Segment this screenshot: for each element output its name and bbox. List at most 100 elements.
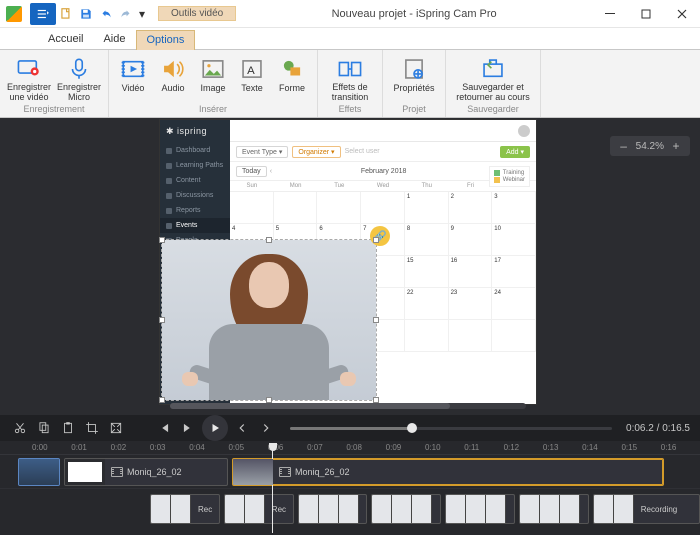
gap-clip[interactable] bbox=[18, 458, 60, 486]
zoom-out-button[interactable]: – bbox=[618, 140, 630, 152]
group-recording-label: Enregistrement bbox=[23, 104, 84, 116]
clip-thumbnail bbox=[233, 459, 273, 485]
clip-moniq-1[interactable]: Moniq_26_02 bbox=[64, 458, 228, 486]
stage-scrollbar[interactable] bbox=[170, 403, 526, 409]
calendar-cell[interactable]: 24 bbox=[492, 288, 536, 320]
record-mic-button[interactable]: Enregistrer Micro bbox=[54, 52, 104, 104]
tab-home[interactable]: Accueil bbox=[38, 30, 93, 49]
qat-undo-icon[interactable] bbox=[96, 4, 116, 24]
insert-shape-button[interactable]: Forme bbox=[271, 52, 313, 104]
resize-handle[interactable] bbox=[266, 237, 272, 243]
strip-clip[interactable] bbox=[519, 494, 589, 524]
copy-button[interactable] bbox=[34, 418, 54, 438]
record-video-button[interactable]: Enregistrer une vidéo bbox=[4, 52, 54, 104]
link-badge-icon[interactable]: 🔗 bbox=[370, 226, 390, 246]
skip-end-button[interactable] bbox=[178, 418, 198, 438]
speaker-thumbnail bbox=[162, 240, 376, 400]
clip-moniq-2[interactable]: Moniq_26_02 bbox=[232, 458, 664, 486]
calendar-cell[interactable]: 15 bbox=[405, 256, 449, 288]
resize-handle[interactable] bbox=[159, 317, 165, 323]
strip-clip[interactable]: Rec bbox=[224, 494, 294, 524]
strip-clip[interactable] bbox=[445, 494, 515, 524]
qat-redo-icon[interactable] bbox=[116, 4, 136, 24]
insert-image-button[interactable]: Image bbox=[193, 52, 233, 104]
fit-button[interactable] bbox=[106, 418, 126, 438]
calendar-nav-item[interactable]: Events bbox=[160, 218, 230, 233]
resize-handle[interactable] bbox=[159, 397, 165, 403]
timeline-playhead[interactable] bbox=[272, 443, 273, 533]
playback-slider[interactable] bbox=[290, 427, 612, 430]
event-type-chip[interactable]: Event Type ▾ bbox=[236, 146, 288, 158]
calendar-nav-item[interactable]: Discussions bbox=[160, 188, 230, 203]
calendar-cell[interactable]: 23 bbox=[449, 288, 493, 320]
transition-effects-button[interactable]: Effets de transition bbox=[322, 52, 378, 104]
calendar-cell[interactable]: 8 bbox=[405, 224, 449, 256]
qat-new-icon[interactable] bbox=[56, 4, 76, 24]
calendar-cell[interactable]: 3 bbox=[492, 192, 536, 224]
calendar-cell[interactable]: 22 bbox=[405, 288, 449, 320]
cut-button[interactable] bbox=[10, 418, 30, 438]
resize-handle[interactable] bbox=[159, 237, 165, 243]
calendar-cell[interactable]: 1 bbox=[405, 192, 449, 224]
strip-clip[interactable] bbox=[298, 494, 368, 524]
step-forward-button[interactable] bbox=[256, 418, 276, 438]
slider-knob[interactable] bbox=[407, 423, 417, 433]
properties-button[interactable]: Propriétés bbox=[387, 52, 441, 104]
calendar-nav-item[interactable]: Dashboard bbox=[160, 143, 230, 158]
app-icon bbox=[6, 6, 22, 22]
minimize-button[interactable] bbox=[592, 2, 628, 26]
timeline-track-2[interactable]: Rec Rec Recording bbox=[0, 489, 700, 529]
calendar-cell[interactable] bbox=[317, 192, 361, 224]
today-button[interactable]: Today bbox=[236, 166, 267, 177]
organizer-chip[interactable]: Organizer ▾ bbox=[292, 146, 340, 158]
group-insert: Vidéo Audio Image A Texte Forme Insérer bbox=[109, 50, 318, 117]
calendar-cell[interactable] bbox=[230, 192, 274, 224]
strip-clip[interactable]: Rec bbox=[150, 494, 220, 524]
step-back-button[interactable] bbox=[232, 418, 252, 438]
tab-help[interactable]: Aide bbox=[93, 30, 135, 49]
calendar-cell[interactable]: 17 bbox=[492, 256, 536, 288]
skip-start-button[interactable] bbox=[154, 418, 174, 438]
calendar-nav-item[interactable]: Content bbox=[160, 173, 230, 188]
zoom-in-button[interactable]: + bbox=[670, 140, 682, 152]
qat-dropdown-icon[interactable]: ▾ bbox=[136, 4, 148, 24]
add-event-button[interactable]: Add ▾ bbox=[500, 146, 530, 158]
scrollbar-thumb[interactable] bbox=[170, 403, 450, 409]
calendar-cell[interactable] bbox=[405, 320, 449, 352]
text-icon: A bbox=[239, 54, 265, 84]
calendar-cell[interactable] bbox=[492, 320, 536, 352]
insert-video-button[interactable]: Vidéo bbox=[113, 52, 153, 104]
calendar-cell[interactable]: 9 bbox=[449, 224, 493, 256]
calendar-cell[interactable] bbox=[361, 192, 405, 224]
time-ruler[interactable]: 0:000:010:020:030:040:050:060:070:080:09… bbox=[0, 441, 700, 455]
calendar-nav-item[interactable]: Learning Paths bbox=[160, 158, 230, 173]
crop-button[interactable] bbox=[82, 418, 102, 438]
close-button[interactable] bbox=[664, 2, 700, 26]
timeline-track-1[interactable]: Moniq_26_02 Moniq_26_02 bbox=[0, 455, 700, 489]
paste-button[interactable] bbox=[58, 418, 78, 438]
speaker-icon bbox=[160, 54, 186, 84]
window-controls bbox=[592, 2, 700, 26]
prev-month-button[interactable]: ‹ bbox=[267, 168, 275, 175]
strip-clip[interactable]: Recording bbox=[593, 494, 700, 524]
insert-audio-button[interactable]: Audio bbox=[153, 52, 193, 104]
strip-clip[interactable] bbox=[371, 494, 441, 524]
qat-menu-button[interactable] bbox=[30, 3, 56, 25]
calendar-cell[interactable] bbox=[274, 192, 318, 224]
calendar-cell[interactable]: 2 bbox=[449, 192, 493, 224]
resize-handle[interactable] bbox=[373, 317, 379, 323]
maximize-button[interactable] bbox=[628, 2, 664, 26]
resize-handle[interactable] bbox=[373, 237, 379, 243]
calendar-nav-item[interactable]: Reports bbox=[160, 203, 230, 218]
insert-text-button[interactable]: A Texte bbox=[233, 52, 271, 104]
qat-save-icon[interactable] bbox=[76, 4, 96, 24]
tab-options[interactable]: Options bbox=[136, 30, 196, 50]
calendar-cell[interactable] bbox=[449, 320, 493, 352]
save-and-return-button[interactable]: Sauvegarder et retourner au cours bbox=[450, 52, 536, 104]
filmstrip-icon bbox=[120, 54, 146, 84]
calendar-cell[interactable]: 16 bbox=[449, 256, 493, 288]
group-save: Sauvegarder et retourner au cours Sauveg… bbox=[446, 50, 541, 117]
pip-speaker-clip[interactable]: 🔗 bbox=[161, 239, 377, 401]
calendar-cell[interactable]: 10 bbox=[492, 224, 536, 256]
play-button[interactable] bbox=[202, 415, 228, 441]
